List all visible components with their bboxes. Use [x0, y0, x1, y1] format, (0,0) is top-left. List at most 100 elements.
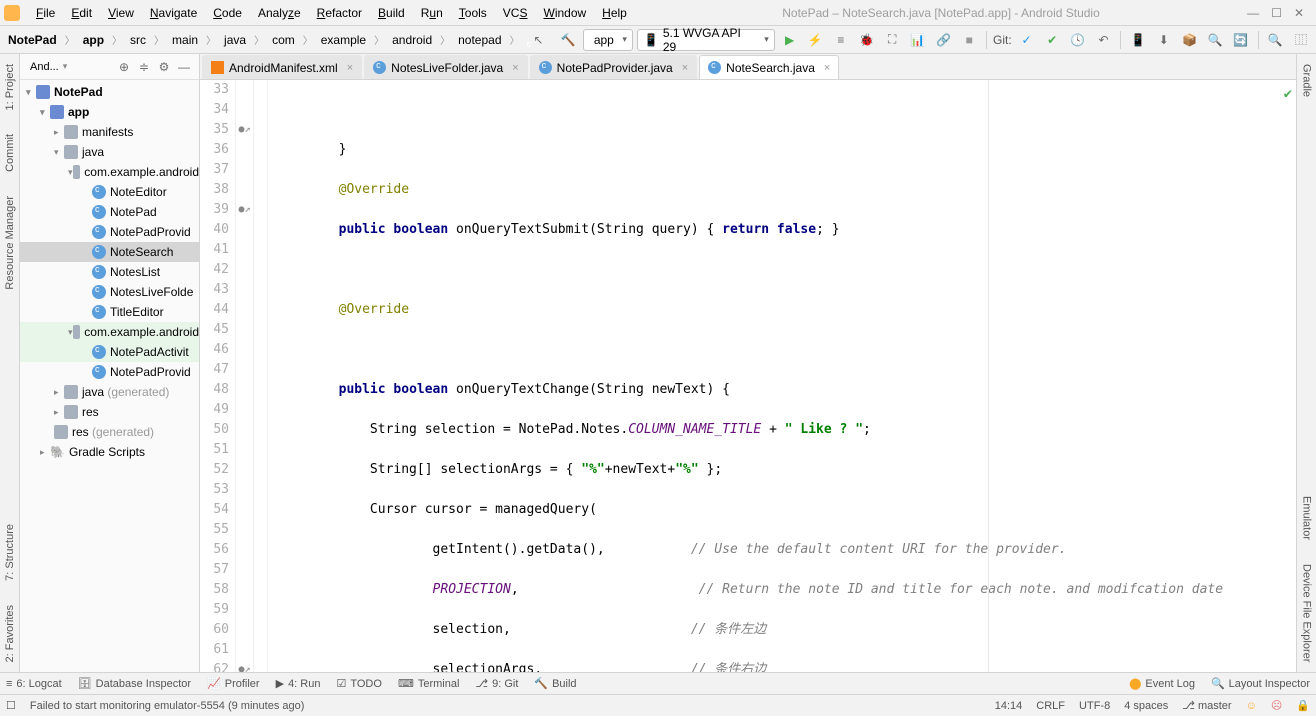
strip-gradle[interactable]: Gradle — [1301, 64, 1313, 97]
status-icon[interactable]: ☐ — [6, 699, 16, 712]
tool-todo[interactable]: ☑ TODO — [336, 677, 381, 690]
git-rollback-icon[interactable]: ↶ — [1093, 29, 1115, 51]
crumb-main[interactable]: main — [168, 31, 202, 49]
run-config-dropdown[interactable]: app — [583, 29, 633, 51]
tool-layoutinsp[interactable]: 🔍 Layout Inspector — [1211, 677, 1310, 690]
crumb-example[interactable]: example — [317, 31, 370, 49]
device-dropdown[interactable]: 📱 5.1 WVGA API 29 — [637, 29, 775, 51]
tree-pkg2[interactable]: ▾com.example.android — [20, 322, 199, 342]
strip-resource[interactable]: Resource Manager — [4, 196, 16, 290]
tree-titleeditor[interactable]: TitleEditor — [20, 302, 199, 322]
menu-tools[interactable]: Tools — [451, 4, 495, 22]
tool-build[interactable]: 🔨 Build — [534, 677, 576, 690]
tool-git[interactable]: ⎇ 9: Git — [475, 677, 518, 690]
status-branch[interactable]: ⎇ master — [1182, 699, 1231, 712]
frown-icon[interactable]: ☹ — [1271, 699, 1282, 712]
tree-manifests[interactable]: ▸manifests — [20, 122, 199, 142]
crumb-notepad[interactable]: notepad — [454, 31, 505, 49]
tree-res[interactable]: ▸res — [20, 402, 199, 422]
sidebar-mode[interactable]: And... — [30, 61, 59, 73]
tree-noteeditor[interactable]: NoteEditor — [20, 182, 199, 202]
run-button[interactable]: ▶ — [779, 29, 801, 51]
tree-noteslist[interactable]: NotesList — [20, 262, 199, 282]
apply-code-icon[interactable]: ≡ — [830, 29, 852, 51]
status-linesep[interactable]: CRLF — [1036, 700, 1065, 712]
crumb-src[interactable]: src — [126, 31, 150, 49]
strip-project[interactable]: 1: Project — [4, 64, 16, 110]
strip-structure[interactable]: 7: Structure — [4, 524, 16, 581]
target-icon[interactable]: ⊕ — [115, 58, 133, 76]
strip-devfiles[interactable]: Device File Explorer — [1301, 564, 1313, 662]
menu-analyze[interactable]: Analyze — [250, 4, 309, 22]
crumb-project[interactable]: NotePad — [4, 31, 61, 49]
tree-resgen[interactable]: res (generated) — [20, 422, 199, 442]
tree-java[interactable]: ▾java — [20, 142, 199, 162]
strip-emulator[interactable]: Emulator — [1301, 496, 1313, 540]
menu-run[interactable]: Run — [413, 4, 451, 22]
strip-favorites[interactable]: 2: Favorites — [4, 605, 16, 662]
menu-help[interactable]: Help — [594, 4, 635, 22]
avd-icon[interactable]: 📱 — [1127, 29, 1149, 51]
sdk-icon[interactable]: ⬇ — [1153, 29, 1175, 51]
minimize-button[interactable]: — — [1247, 6, 1259, 20]
menu-refactor[interactable]: Refactor — [309, 4, 370, 22]
lock-icon[interactable]: 🔒 — [1296, 699, 1310, 712]
close-button[interactable]: ✕ — [1294, 6, 1304, 20]
hide-icon[interactable]: — — [175, 58, 193, 76]
sync-icon[interactable]: 🔄 — [1230, 29, 1252, 51]
stop-icon[interactable]: ■ — [958, 29, 980, 51]
menu-code[interactable]: Code — [205, 4, 250, 22]
close-icon[interactable]: × — [824, 62, 830, 74]
attach-icon[interactable]: 🔗 — [933, 29, 955, 51]
tab-liveholder[interactable]: NotesLiveFolder.java× — [364, 55, 528, 79]
menu-vcs[interactable]: VCS — [495, 4, 536, 22]
tree-notepadprov1[interactable]: NotePadProvid — [20, 222, 199, 242]
tab-manifest[interactable]: AndroidManifest.xml× — [202, 55, 362, 79]
close-icon[interactable]: × — [347, 62, 353, 74]
profiler-icon[interactable]: 📊 — [907, 29, 929, 51]
menu-edit[interactable]: Edit — [63, 4, 100, 22]
tab-provider[interactable]: NotePadProvider.java× — [530, 55, 698, 79]
tree-notesearch[interactable]: NoteSearch — [20, 242, 199, 262]
status-encoding[interactable]: UTF-8 — [1079, 700, 1110, 712]
git-update-icon[interactable]: ✓ — [1016, 29, 1038, 51]
status-indent[interactable]: 4 spaces — [1124, 700, 1168, 712]
code-content[interactable]: ✔ } @Override public boolean onQueryText… — [268, 80, 1296, 672]
resource-icon[interactable]: 📦 — [1179, 29, 1201, 51]
coverage-icon[interactable]: ⛶ — [881, 29, 903, 51]
hammer-icon[interactable]: 🔨 — [557, 29, 579, 51]
settings-icon[interactable]: ⿲ — [1290, 29, 1312, 51]
menu-navigate[interactable]: Navigate — [142, 4, 205, 22]
tool-logcat[interactable]: ≡ 6: Logcat — [6, 678, 62, 690]
tool-profiler[interactable]: 📈 Profiler — [207, 677, 260, 690]
menu-window[interactable]: Window — [535, 4, 594, 22]
tree-noteslive[interactable]: NotesLiveFolde — [20, 282, 199, 302]
tree-notepadact[interactable]: NotePadActivit — [20, 342, 199, 362]
layout-icon[interactable]: 🔍 — [1204, 29, 1226, 51]
tab-search[interactable]: NoteSearch.java× — [699, 55, 839, 79]
collapse-icon[interactable]: ≑ — [135, 58, 153, 76]
tool-db[interactable]: 🗄 Database Inspector — [78, 677, 191, 690]
tree-notepad[interactable]: NotePad — [20, 202, 199, 222]
close-icon[interactable]: × — [512, 62, 518, 74]
tool-terminal[interactable]: ⌨ Terminal — [398, 677, 459, 690]
crumb-app[interactable]: app — [79, 31, 108, 49]
maximize-button[interactable]: ☐ — [1271, 6, 1282, 20]
code-editor[interactable]: 3334353637383940414243444546474849505152… — [200, 80, 1296, 672]
tree-app[interactable]: ▾app — [20, 102, 199, 122]
git-history-icon[interactable]: 🕓 — [1067, 29, 1089, 51]
apply-changes-icon[interactable]: ⚡ — [804, 29, 826, 51]
debug-icon[interactable]: 🐞 — [856, 29, 878, 51]
menu-view[interactable]: View — [100, 4, 142, 22]
tool-run[interactable]: ▶ 4: Run — [276, 677, 321, 690]
menu-build[interactable]: Build — [370, 4, 413, 22]
crumb-com[interactable]: com — [268, 31, 299, 49]
tree-pkg1[interactable]: ▾com.example.android — [20, 162, 199, 182]
menu-file[interactable]: File — [28, 4, 63, 22]
strip-commit[interactable]: Commit — [4, 134, 16, 172]
git-commit-icon[interactable]: ✔ — [1041, 29, 1063, 51]
tool-eventlog[interactable]: ⬤ Event Log — [1129, 677, 1195, 690]
search-icon[interactable]: 🔍 — [1265, 29, 1287, 51]
crumb-android[interactable]: android — [388, 31, 436, 49]
tree-javagen[interactable]: ▸java (generated) — [20, 382, 199, 402]
